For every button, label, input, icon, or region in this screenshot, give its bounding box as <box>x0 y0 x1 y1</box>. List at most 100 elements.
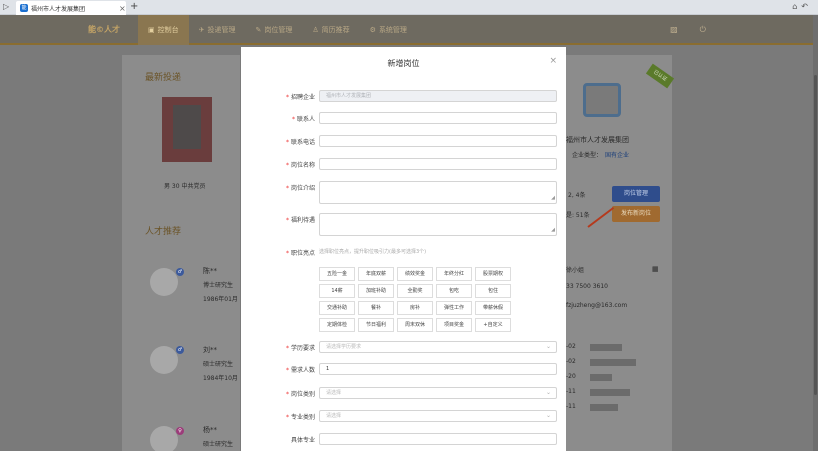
form-row-post-intro: * 岗位介绍 ◢ <box>241 181 566 204</box>
publish-post-button[interactable]: 发布新岗位 <box>612 206 660 222</box>
tab-close-icon[interactable]: × <box>119 4 126 13</box>
highlight-tag[interactable]: 项目奖金 <box>436 318 472 332</box>
menu-delivery[interactable]: ✈ 投递管理 <box>189 15 246 45</box>
chevron-down-icon: ⌄ <box>545 389 551 396</box>
highlight-tags: 五险一金 年底双薪 绩效奖金 年终分红 股票期权 14薪 加班补助 全勤奖 包吃… <box>319 267 511 332</box>
highlight-tag[interactable]: 餐补 <box>358 301 394 315</box>
browser-tabbar: ▷ 能 福州市人才发展集团 × + ⌂↶ <box>0 0 818 15</box>
avatar[interactable] <box>150 268 178 296</box>
form-row-major-type: * 专业类别 请选择 ⌄ <box>241 410 566 422</box>
headcount-field[interactable]: 1 <box>319 363 557 375</box>
page-scrollbar[interactable] <box>813 15 818 451</box>
add-post-modal: 新增岗位 × * 招聘企业 福州市人才发展集团 * 联系人 * 联系电话 * 岗位名称 … <box>241 47 566 451</box>
tab-title: 福州市人才发展集团 <box>31 5 86 13</box>
sidebar-toggle-icon[interactable]: ▷ <box>3 2 9 11</box>
candidate-photo[interactable] <box>162 97 212 162</box>
menu-dashboard[interactable]: ▣ 控制台 <box>138 15 189 45</box>
company-name: 福州市人才发展集团 <box>566 136 629 144</box>
contact-email: fzjuzheng@163.com <box>566 302 628 309</box>
main-menu: ▣ 控制台 ✈ 投递管理 ✎ 岗位管理 ♙ 简历推荐 ⚙ 系统管理 <box>138 15 417 45</box>
highlight-tag[interactable]: 包吃 <box>436 284 472 298</box>
browser-toolbar-icons[interactable]: ⌂↶ <box>792 2 812 11</box>
talent-degree: 硕士研究生 <box>203 361 234 368</box>
qrcode-icon[interactable]: ▦ <box>652 265 659 273</box>
highlight-tag[interactable]: 五险一金 <box>319 267 355 281</box>
post-manage-button[interactable]: 岗位管理 <box>612 186 660 202</box>
date-item: -11 <box>566 403 576 410</box>
highlight-tag[interactable]: 定期体检 <box>319 318 355 332</box>
highlight-tag[interactable]: 节日福利 <box>358 318 394 332</box>
redacted-text <box>590 344 622 351</box>
date-item: -11 <box>566 388 576 395</box>
talent-title: 人才推荐 <box>145 227 182 237</box>
app-logo: 能©人才 <box>88 25 120 34</box>
dashboard-icon: ▣ <box>148 26 155 34</box>
company-type-label: 企业类型： <box>572 152 603 159</box>
highlight-tag[interactable]: 股票期权 <box>475 267 511 281</box>
highlight-tag[interactable]: 年终分红 <box>436 267 472 281</box>
highlight-tag[interactable]: 加班补助 <box>358 284 394 298</box>
contact-name: 徐小姐 <box>566 267 585 274</box>
gender-icon: ♂ <box>176 268 184 276</box>
talent-name[interactable]: 陈** <box>203 266 217 276</box>
date-item: -20 <box>566 373 576 380</box>
talent-name[interactable]: 刘** <box>203 345 217 355</box>
highlight-tag[interactable]: 房补 <box>397 301 433 315</box>
menu-posts[interactable]: ✎ 岗位管理 <box>246 15 303 45</box>
latest-delivery-title: 最新投递 <box>145 73 182 83</box>
highlight-tag[interactable]: 14薪 <box>319 284 355 298</box>
form-row-phone: * 联系电话 <box>241 135 566 147</box>
menu-system[interactable]: ⚙ 系统管理 <box>360 15 417 45</box>
send-icon: ✈ <box>198 26 205 34</box>
form-row-education: * 学历要求 请选择学历要求 ⌄ <box>241 341 566 353</box>
post-name-field[interactable] <box>319 158 557 170</box>
contact-field[interactable] <box>319 112 557 124</box>
menu-resume[interactable]: ♙ 简历推荐 <box>302 15 359 45</box>
phone-field[interactable] <box>319 135 557 147</box>
close-icon[interactable]: × <box>549 56 557 66</box>
new-tab-button[interactable]: + <box>130 1 138 12</box>
highlight-tag[interactable]: 全勤奖 <box>397 284 433 298</box>
talent-name[interactable]: 杨** <box>203 425 217 435</box>
gender-icon: ♀ <box>176 427 184 435</box>
avatar[interactable] <box>150 346 178 374</box>
highlight-tag[interactable]: 绩效奖金 <box>397 267 433 281</box>
avatar[interactable] <box>150 426 178 451</box>
scrollbar-thumb[interactable] <box>814 75 817 395</box>
browser-tab[interactable]: 能 福州市人才发展集团 × <box>16 1 126 15</box>
form-row-company: * 招聘企业 福州市人才发展集团 <box>241 90 566 102</box>
header-action-icons[interactable]: ▨⏻ <box>670 25 728 35</box>
highlight-tag[interactable]: 弹性工作 <box>436 301 472 315</box>
resize-grip-icon[interactable]: ◢ <box>551 193 555 203</box>
major-field[interactable] <box>319 433 557 445</box>
post-type-select[interactable]: 请选择 ⌄ <box>319 387 557 399</box>
highlight-tag[interactable]: 交通补助 <box>319 301 355 315</box>
edit-icon: ✎ <box>255 26 262 34</box>
major-type-select[interactable]: 请选择 ⌄ <box>319 410 557 422</box>
chevron-down-icon: ⌄ <box>545 343 551 350</box>
highlight-tag[interactable]: 周末双休 <box>397 318 433 332</box>
talent-degree: 硕士研究生 <box>203 441 234 448</box>
gear-icon: ⚙ <box>369 26 376 34</box>
welfare-textarea[interactable]: ◢ <box>319 213 557 236</box>
talent-birth: 1986年01月 <box>203 296 238 303</box>
highlights-hint: 选择职位亮点，提升职位吸引力(最多可选择3个) <box>319 249 427 255</box>
stat-line-1: 2, 4条 <box>568 192 586 199</box>
date-item: -02 <box>566 358 576 365</box>
form-row-highlights: * 职位亮点 选择职位亮点，提升职位吸引力(最多可选择3个) <box>285 249 427 257</box>
post-intro-textarea[interactable]: ◢ <box>319 181 557 204</box>
app-header: 能©人才 ▣ 控制台 ✈ 投递管理 ✎ 岗位管理 ♙ 简历推荐 ⚙ 系统管理 ▨⏻ <box>0 15 818 45</box>
resize-grip-icon[interactable]: ◢ <box>551 225 555 235</box>
highlight-tag[interactable]: 包住 <box>475 284 511 298</box>
redacted-text <box>590 389 630 396</box>
redacted-text <box>590 359 636 366</box>
contact-phone: 33 7500 3610 <box>566 283 608 290</box>
form-row-contact: * 联系人 <box>241 112 566 124</box>
add-custom-tag-button[interactable]: +自定义 <box>475 318 511 332</box>
form-row-major: 具体专业 <box>241 433 566 445</box>
education-select[interactable]: 请选择学历要求 ⌄ <box>319 341 557 353</box>
highlight-tag[interactable]: 年底双薪 <box>358 267 394 281</box>
modal-title: 新增岗位 <box>387 59 420 68</box>
company-field: 福州市人才发展集团 <box>319 90 557 102</box>
highlight-tag[interactable]: 带薪休假 <box>475 301 511 315</box>
